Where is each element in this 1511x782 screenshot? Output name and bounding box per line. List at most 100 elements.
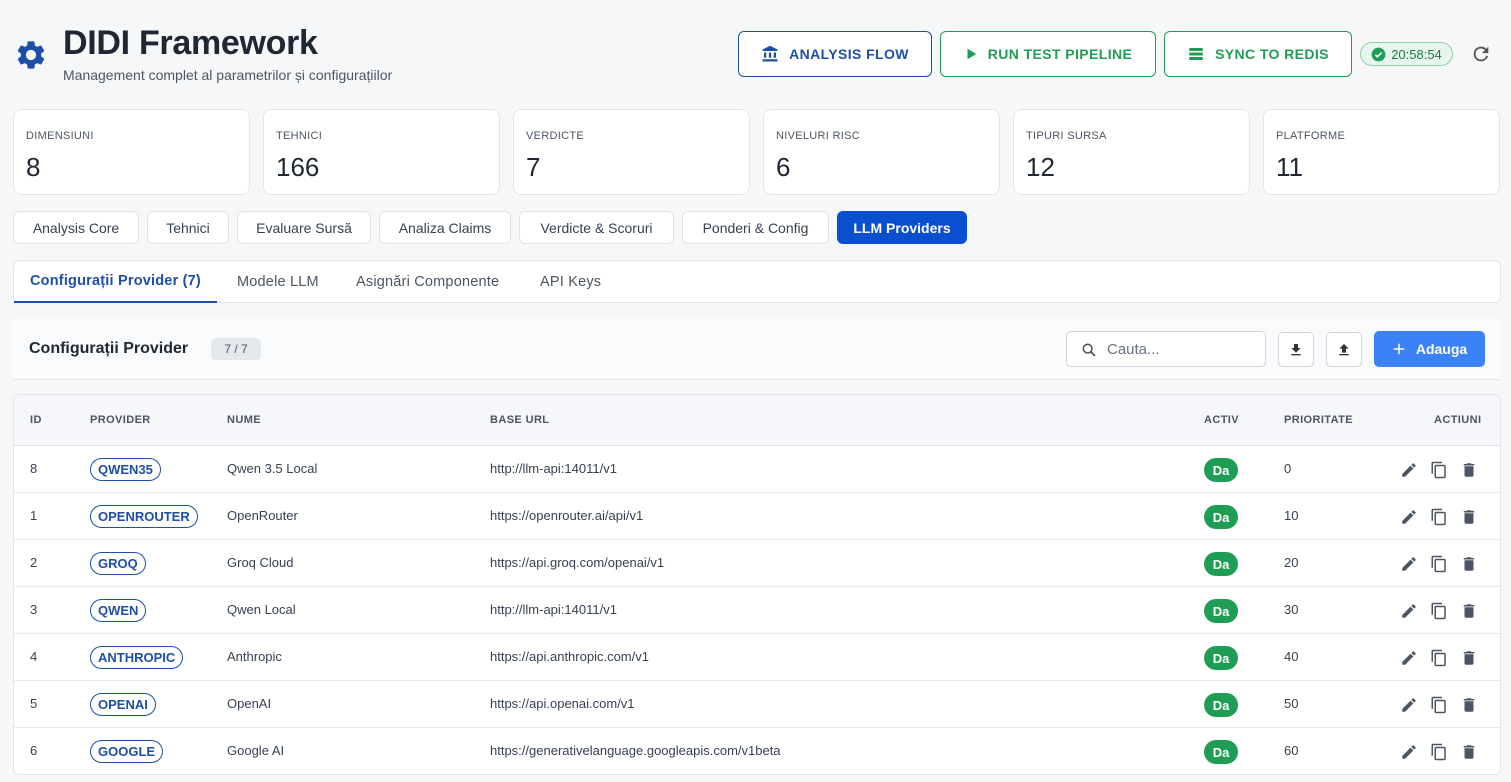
subtab-configuratii-provider[interactable]: Configurații Provider (7) — [14, 261, 217, 303]
table-row[interactable]: 2 GROQ Groq Cloud https://api.groq.com/open… — [14, 540, 1500, 587]
delete-icon[interactable] — [1458, 600, 1480, 622]
row-name: OpenAI — [227, 696, 272, 711]
table-row[interactable]: 4 ANTHROPIC Anthropic https://api.anthropic… — [14, 634, 1500, 681]
col-id[interactable]: ID — [30, 414, 42, 426]
table-row[interactable]: 1 OPENROUTER OpenRouter https://openrouter.… — [14, 493, 1500, 540]
row-id: 2 — [30, 555, 38, 570]
bank-icon — [762, 45, 778, 62]
subtab-asignari-componente[interactable]: Asignări Componente — [356, 261, 499, 303]
stat-label: DIMENSIUNI — [26, 130, 94, 142]
row-priority: 20 — [1284, 555, 1299, 570]
copy-icon[interactable] — [1428, 741, 1450, 763]
copy-icon[interactable] — [1428, 459, 1450, 481]
providers-table: ID PROVIDER NUME BASE URL ACTIV PRIORITA… — [13, 394, 1501, 775]
row-base-url: https://generativelanguage.googleapis.co… — [490, 743, 781, 758]
edit-icon[interactable] — [1398, 741, 1420, 763]
edit-icon[interactable] — [1398, 506, 1420, 528]
row-base-url: http://llm-api:14011/v1 — [490, 602, 617, 617]
status-time: 20:58:54 — [1391, 46, 1442, 62]
page-header: DIDI Framework Management complet al par… — [0, 0, 1511, 100]
subtab-api-keys[interactable]: API Keys — [540, 261, 601, 303]
copy-icon[interactable] — [1428, 647, 1450, 669]
row-name: Groq Cloud — [227, 555, 294, 570]
stat-label: TIPURI SURSA — [1026, 130, 1107, 142]
stat-label: PLATFORME — [1276, 130, 1346, 142]
row-base-url: https://api.anthropic.com/v1 — [490, 649, 649, 664]
upload-button[interactable] — [1326, 332, 1362, 367]
table-row[interactable]: 8 QWEN35 Qwen 3.5 Local http://llm-api:1401… — [14, 446, 1500, 493]
table-row[interactable]: 3 QWEN Qwen Local http://llm-api:14011/v1 Da… — [14, 587, 1500, 634]
row-base-url: http://llm-api:14011/v1 — [490, 461, 617, 476]
list-icon — [1189, 48, 1203, 60]
stat-value: 11 — [1276, 152, 1303, 182]
tab-evaluare-sursa[interactable]: Evaluare Sursă — [237, 211, 371, 244]
delete-icon[interactable] — [1458, 553, 1480, 575]
row-priority: 40 — [1284, 649, 1299, 664]
play-icon — [967, 48, 976, 60]
subtab-modele-llm[interactable]: Modele LLM — [237, 261, 319, 303]
edit-icon[interactable] — [1398, 459, 1420, 481]
analysis-flow-button[interactable]: ANALYSIS FLOW — [738, 31, 932, 77]
edit-icon[interactable] — [1398, 694, 1420, 716]
sync-to-redis-button[interactable]: SYNC TO REDIS — [1164, 31, 1352, 77]
tab-ponderi-config[interactable]: Ponderi & Config — [682, 211, 829, 244]
search-box[interactable] — [1066, 331, 1266, 367]
delete-icon[interactable] — [1458, 647, 1480, 669]
gear-icon — [17, 41, 45, 69]
provider-badge: GOOGLE — [90, 740, 164, 763]
stat-value: 6 — [776, 152, 791, 182]
stat-card-platforme: PLATFORME 11 — [1263, 109, 1500, 195]
copy-icon[interactable] — [1428, 506, 1450, 528]
tab-verdicte-scoruri[interactable]: Verdicte & Scoruri — [519, 211, 674, 244]
stat-value: 8 — [26, 152, 41, 182]
search-input[interactable] — [1107, 338, 1257, 360]
edit-icon[interactable] — [1398, 600, 1420, 622]
active-badge: Da — [1204, 740, 1238, 764]
stat-label: VERDICTE — [526, 130, 585, 142]
copy-icon[interactable] — [1428, 600, 1450, 622]
delete-icon[interactable] — [1458, 741, 1480, 763]
row-name: Anthropic — [227, 649, 282, 664]
tab-analiza-claims[interactable]: Analiza Claims — [379, 211, 511, 244]
tab-analysis-core[interactable]: Analysis Core — [13, 211, 139, 244]
row-base-url: https://openrouter.ai/api/v1 — [490, 508, 644, 523]
row-id: 5 — [30, 696, 38, 711]
edit-icon[interactable] — [1398, 647, 1420, 669]
col-active[interactable]: ACTIV — [1204, 414, 1239, 426]
table-row[interactable]: 6 GOOGLE Google AI https://generativelangua… — [14, 728, 1500, 774]
copy-icon[interactable] — [1428, 553, 1450, 575]
row-id: 8 — [30, 461, 38, 476]
run-test-label: RUN TEST PIPELINE — [987, 46, 1133, 62]
row-name: Qwen 3.5 Local — [227, 461, 318, 476]
download-button[interactable] — [1278, 332, 1314, 367]
col-name[interactable]: NUME — [227, 414, 261, 426]
check-circle-icon — [1371, 47, 1386, 61]
edit-icon[interactable] — [1398, 553, 1420, 575]
col-base-url[interactable]: BASE URL — [490, 414, 549, 426]
table-header: ID PROVIDER NUME BASE URL ACTIV PRIORITA… — [14, 395, 1500, 446]
delete-icon[interactable] — [1458, 506, 1480, 528]
stat-label: TEHNICI — [276, 130, 323, 142]
stat-card-tehnici: TEHNICI 166 — [263, 109, 500, 195]
active-badge: Da — [1204, 458, 1238, 482]
row-id: 1 — [30, 508, 38, 523]
refresh-icon[interactable] — [1470, 43, 1492, 65]
table-row[interactable]: 5 OPENAI OpenAI https://api.openai.com/v1 Da… — [14, 681, 1500, 728]
tab-llm-providers[interactable]: LLM Providers — [837, 211, 967, 244]
sub-tabs: Configurații Provider (7) Modele LLM Asi… — [13, 260, 1501, 303]
copy-icon[interactable] — [1428, 694, 1450, 716]
row-id: 6 — [30, 743, 38, 758]
upload-icon — [1339, 343, 1349, 355]
col-provider[interactable]: PROVIDER — [90, 414, 151, 426]
provider-badge: OPENROUTER — [90, 505, 198, 528]
row-name: OpenRouter — [227, 508, 298, 523]
tab-tehnici[interactable]: Tehnici — [147, 211, 229, 244]
col-priority[interactable]: PRIORITATE — [1284, 414, 1353, 426]
add-button[interactable]: Adauga — [1374, 331, 1485, 367]
delete-icon[interactable] — [1458, 694, 1480, 716]
run-test-pipeline-button[interactable]: RUN TEST PIPELINE — [940, 31, 1156, 77]
delete-icon[interactable] — [1458, 459, 1480, 481]
row-name: Google AI — [227, 743, 285, 758]
provider-badge: QWEN — [90, 599, 147, 622]
provider-badge: OPENAI — [90, 693, 156, 716]
